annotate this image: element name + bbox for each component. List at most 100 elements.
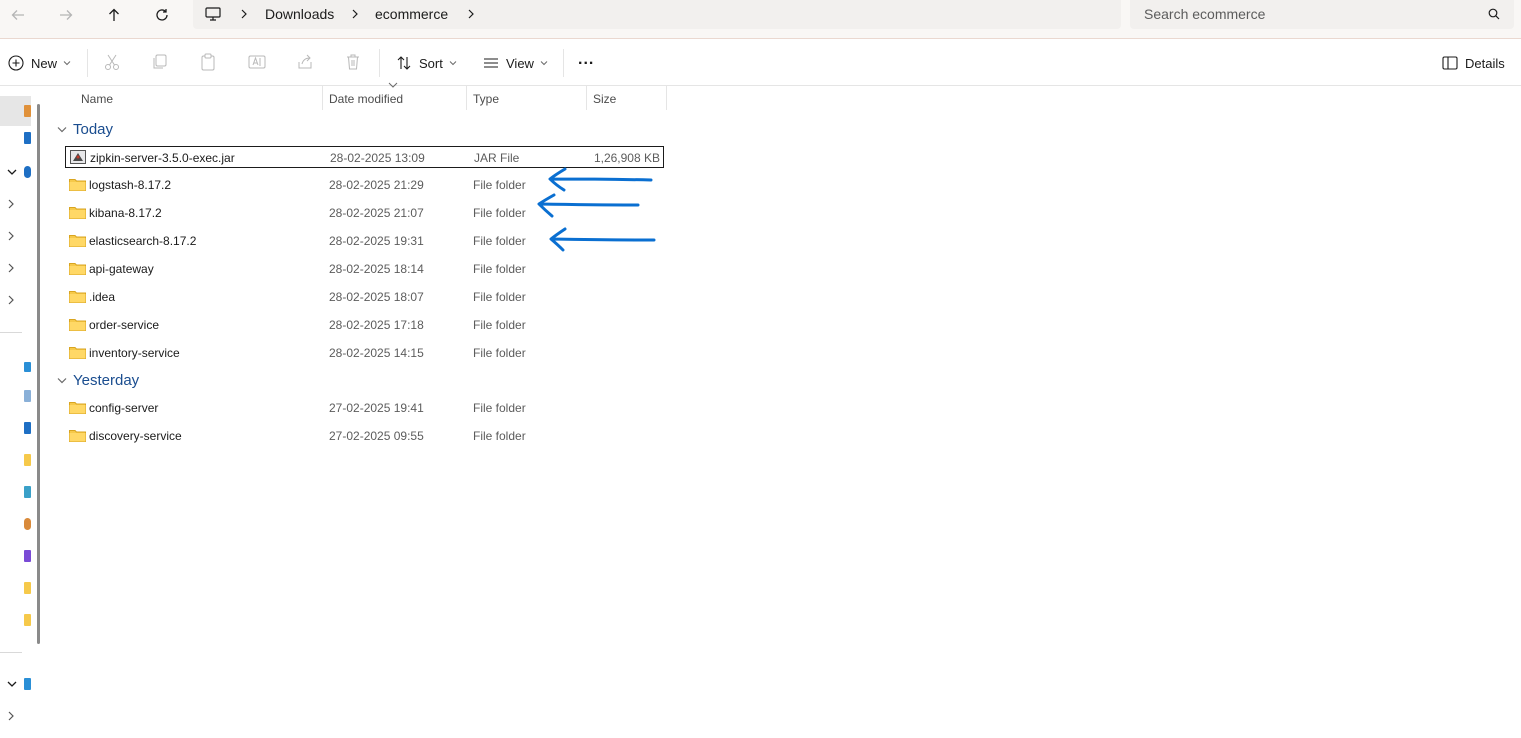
onedrive-icon[interactable] — [24, 166, 31, 178]
back-button[interactable] — [2, 3, 34, 27]
music-icon[interactable] — [24, 518, 31, 530]
chevron-down-icon — [540, 61, 548, 66]
file-size: 1,26,908 KB — [593, 151, 660, 165]
plus-circle-icon — [8, 55, 24, 71]
new-button[interactable]: New — [8, 51, 71, 75]
file-type: JAR File — [474, 151, 520, 165]
file-name: config-server — [89, 401, 159, 415]
view-button[interactable]: View — [483, 51, 548, 75]
this-pc-icon — [205, 7, 221, 21]
videos-icon[interactable] — [24, 550, 31, 562]
folder-icon[interactable] — [24, 582, 31, 594]
column-divider[interactable] — [466, 86, 467, 110]
pictures-icon[interactable] — [24, 486, 31, 498]
chevron-right-icon[interactable] — [240, 9, 248, 19]
sort-button[interactable]: Sort — [396, 51, 457, 75]
column-divider[interactable] — [666, 86, 667, 110]
sort-icon — [397, 56, 411, 70]
desktop-icon[interactable] — [24, 362, 31, 372]
column-header-date-modified[interactable]: Date modified — [329, 92, 403, 106]
nav-scrollbar[interactable] — [37, 104, 40, 644]
nav-item-home[interactable] — [0, 96, 31, 126]
documents-icon[interactable] — [24, 390, 31, 402]
toolbar-divider — [87, 49, 88, 77]
chevron-right-icon[interactable] — [7, 199, 15, 209]
chevron-right-icon[interactable] — [7, 295, 15, 305]
folder-row-config-server[interactable]: config-server 27-02-2025 19:41 File fold… — [65, 397, 662, 419]
annotation-arrow-icon — [548, 167, 653, 192]
details-button[interactable]: Details — [1442, 51, 1505, 75]
view-label: View — [506, 55, 534, 71]
file-date: 28-02-2025 18:14 — [329, 262, 424, 276]
downloads-icon[interactable] — [24, 422, 31, 434]
view-list-icon — [484, 58, 498, 68]
chevron-right-icon[interactable] — [7, 263, 15, 273]
breadcrumb-downloads[interactable]: Downloads — [265, 6, 334, 22]
column-divider[interactable] — [322, 86, 323, 110]
file-row-zipkin-server-jar[interactable]: zipkin-server-3.5.0-exec.jar 28-02-2025 … — [65, 146, 664, 168]
search-icon[interactable] — [1488, 8, 1500, 20]
paste-icon[interactable] — [200, 53, 216, 71]
file-name: api-gateway — [89, 262, 154, 276]
details-label: Details — [1465, 55, 1505, 71]
refresh-button[interactable] — [146, 3, 178, 27]
column-header-size[interactable]: Size — [593, 92, 616, 106]
folder-row-api-gateway[interactable]: api-gateway 28-02-2025 18:14 File folder — [65, 258, 662, 280]
new-label: New — [31, 55, 58, 71]
chevron-right-icon[interactable] — [351, 9, 359, 19]
file-type: File folder — [473, 401, 526, 415]
column-divider[interactable] — [586, 86, 587, 110]
file-date: 28-02-2025 14:15 — [329, 346, 424, 360]
this-pc-icon[interactable] — [24, 678, 31, 690]
file-date: 27-02-2025 09:55 — [329, 429, 424, 443]
search-input[interactable]: Search ecommerce — [1144, 6, 1265, 22]
file-date: 28-02-2025 18:07 — [329, 290, 424, 304]
file-list: Name Date modified Type Size Today zipki… — [47, 82, 1521, 738]
folder-icon — [69, 291, 86, 303]
chevron-right-icon[interactable] — [7, 231, 15, 241]
folder-icon[interactable] — [24, 454, 31, 466]
folder-row-idea[interactable]: .idea 28-02-2025 18:07 File folder — [65, 286, 662, 308]
up-button[interactable] — [98, 3, 130, 27]
file-type: File folder — [473, 346, 526, 360]
search-box[interactable]: Search ecommerce — [1130, 0, 1514, 29]
column-header-name[interactable]: Name — [81, 92, 113, 106]
copy-icon[interactable] — [152, 53, 168, 71]
share-icon[interactable] — [296, 53, 314, 71]
folder-row-discovery-service[interactable]: discovery-service 27-02-2025 09:55 File … — [65, 425, 662, 447]
chevron-down-icon[interactable] — [7, 168, 17, 176]
file-type: File folder — [473, 234, 526, 248]
group-header-yesterday[interactable]: Yesterday — [57, 372, 139, 389]
cut-icon[interactable] — [104, 53, 120, 71]
chevron-down-icon — [57, 378, 67, 384]
chevron-down-icon[interactable] — [7, 680, 17, 688]
sort-caret-icon — [388, 82, 398, 88]
file-type: File folder — [473, 318, 526, 332]
chevron-right-icon[interactable] — [7, 711, 15, 721]
toolbar-divider — [563, 49, 564, 77]
file-type: File folder — [473, 262, 526, 276]
folder-icon — [69, 207, 86, 219]
refresh-icon — [156, 9, 168, 21]
file-date: 28-02-2025 17:18 — [329, 318, 424, 332]
folder-row-inventory-service[interactable]: inventory-service 28-02-2025 14:15 File … — [65, 342, 662, 364]
annotation-arrow-icon — [549, 227, 656, 252]
folder-row-order-service[interactable]: order-service 28-02-2025 17:18 File fold… — [65, 314, 662, 336]
gallery-icon[interactable] — [24, 132, 31, 144]
chevron-right-icon[interactable] — [467, 9, 475, 19]
folder-icon — [69, 235, 86, 247]
toolbar-divider — [379, 49, 380, 77]
group-header-today[interactable]: Today — [57, 121, 113, 138]
folder-icon[interactable] — [24, 614, 31, 626]
forward-button[interactable] — [50, 3, 82, 27]
file-name: elasticsearch-8.17.2 — [89, 234, 197, 248]
address-bar[interactable]: Downloads ecommerce — [193, 0, 1121, 29]
chevron-down-icon — [63, 61, 71, 66]
breadcrumb-ecommerce[interactable]: ecommerce — [375, 6, 448, 22]
home-icon — [24, 105, 31, 117]
more-options-button[interactable]: ... — [578, 48, 594, 72]
delete-icon[interactable] — [345, 53, 361, 71]
file-type: File folder — [473, 206, 526, 220]
column-header-type[interactable]: Type — [473, 92, 499, 106]
rename-icon[interactable] — [248, 53, 266, 71]
